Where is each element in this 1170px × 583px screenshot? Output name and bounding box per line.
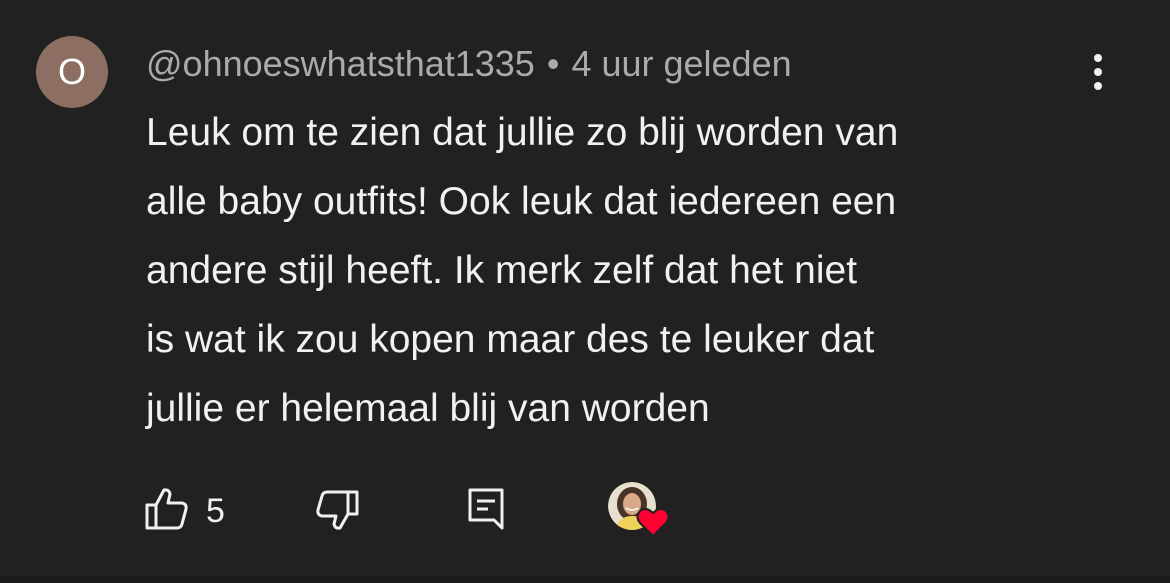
comment-actions: 5 [0, 480, 1170, 540]
like-count: 5 [206, 491, 225, 530]
header-separator: • [546, 43, 560, 84]
avatar-letter: O [57, 51, 86, 92]
author-avatar[interactable]: O [36, 36, 108, 108]
comment-item: O @ohnoeswhatsthat1335 • 4 uur geleden Leu… [0, 0, 1170, 583]
creator-heart-icon [636, 506, 670, 538]
more-vert-icon[interactable] [1084, 52, 1112, 92]
comment-time[interactable]: 4 uur geleden [571, 43, 791, 84]
like-button[interactable]: 5 [142, 484, 225, 537]
comment-line: alle baby outfits! Ook leuk dat iedereen… [146, 180, 897, 223]
comment-header: @ohnoeswhatsthat1335 • 4 uur geleden [146, 40, 792, 88]
thumb-down-icon [314, 486, 362, 539]
divider [0, 576, 1170, 583]
comment-line: is wat ik zou kopen maar des te leuker d… [146, 318, 875, 361]
creator-heart-badge [608, 482, 674, 542]
comment-line: Leuk om te zien dat jullie zo blij worde… [146, 111, 899, 154]
reply-comment-icon [466, 484, 506, 537]
author-name[interactable]: @ohnoeswhatsthat1335 [146, 43, 535, 84]
comment-text: Leuk om te zien dat jullie zo blij worde… [146, 98, 1106, 443]
dislike-button[interactable] [314, 486, 362, 539]
reply-button[interactable] [466, 484, 506, 537]
comment-line: jullie er helemaal blij van worden [146, 387, 710, 430]
thumb-up-icon [142, 484, 190, 537]
comment-line: andere stijl heeft. Ik merk zelf dat het… [146, 249, 858, 292]
